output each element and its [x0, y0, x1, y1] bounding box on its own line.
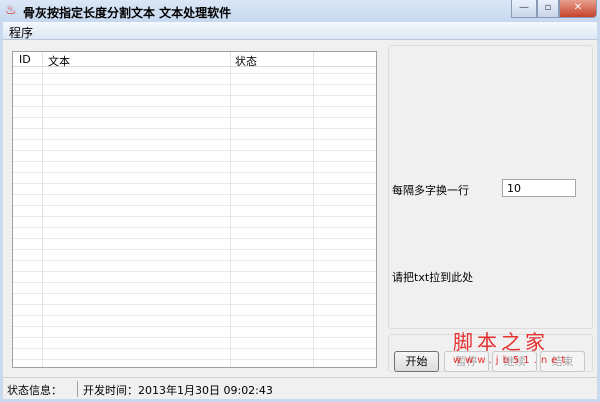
status-label: 状态信息：	[7, 384, 62, 397]
watermark-url: www.jb51.net	[453, 355, 570, 366]
status-bar: 状态信息： 开发时间：2013年1月30日 09:02:43	[3, 377, 597, 399]
watermark-title: 脚本之家	[453, 330, 549, 354]
text-list[interactable]: ID 文本 状态	[12, 51, 377, 368]
chars-per-line-label: 每隔多字换一行	[392, 184, 469, 197]
status-separator	[77, 381, 78, 397]
column-id	[13, 52, 43, 367]
chars-per-line-input[interactable]: 10	[502, 179, 576, 197]
start-button[interactable]: 开始	[394, 351, 439, 372]
maximize-button[interactable]: ▫	[537, 0, 559, 18]
window-title: 骨灰按指定长度分割文本 文本处理软件	[23, 6, 232, 20]
menu-bar: 程序	[3, 22, 597, 40]
minimize-button[interactable]: —	[511, 0, 537, 18]
header-id[interactable]: ID	[19, 53, 31, 66]
header-status[interactable]: 状态	[235, 53, 257, 69]
close-button[interactable]: ✕	[559, 0, 597, 18]
title-bar: ♨ 骨灰按指定长度分割文本 文本处理软件 — ▫ ✕	[0, 0, 600, 22]
column-text	[43, 52, 231, 367]
flame-app-icon: ♨	[5, 3, 17, 18]
menu-program[interactable]: 程序	[9, 24, 33, 41]
dev-time: 开发时间：2013年1月30日 09:02:43	[83, 384, 273, 397]
header-text[interactable]: 文本	[48, 53, 70, 69]
drop-hint[interactable]: 请把txt拉到此处	[392, 269, 473, 285]
column-status	[231, 52, 314, 367]
settings-panel: 每隔多字换一行 10 请把txt拉到此处	[388, 45, 593, 329]
